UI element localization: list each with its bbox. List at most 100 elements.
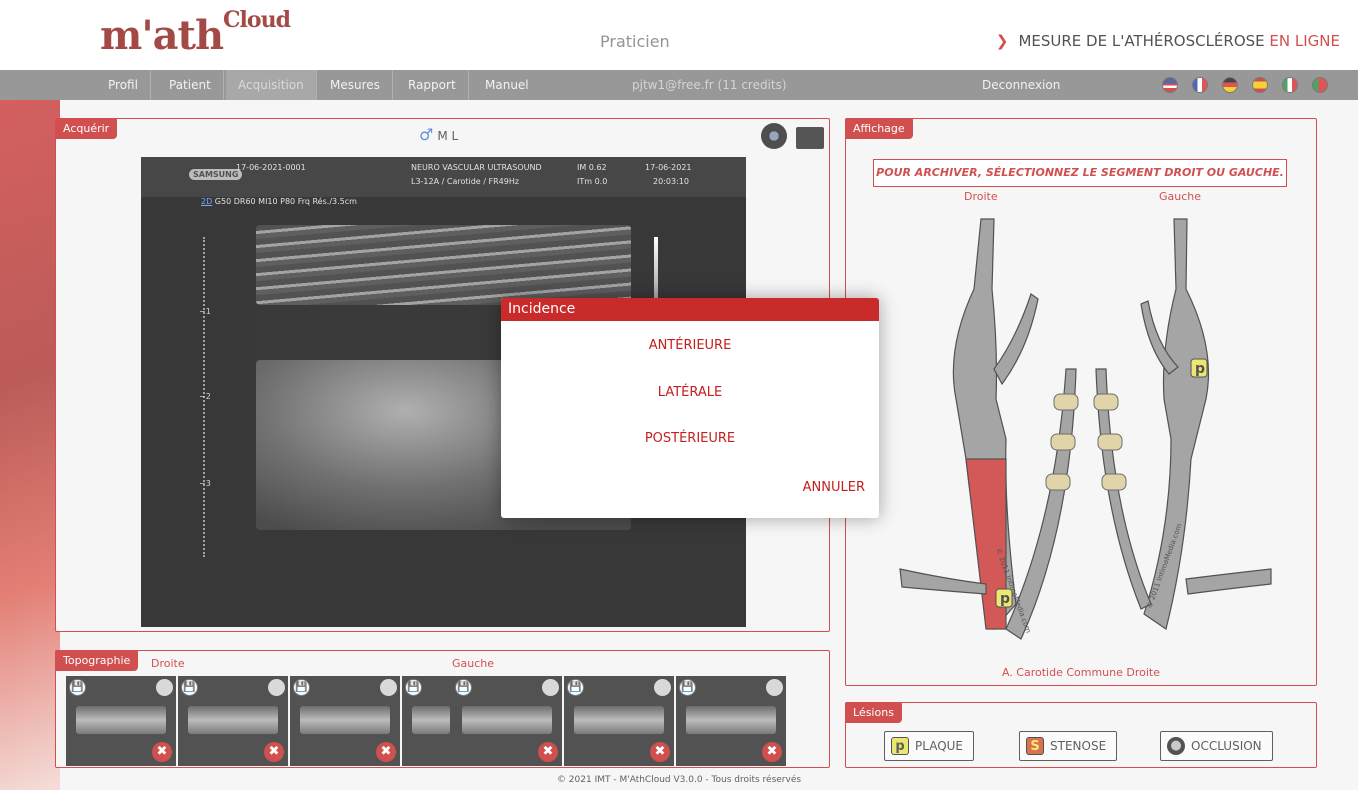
- thumbnail[interactable]: 💾 ✖: [290, 676, 400, 766]
- zoom-icon[interactable]: [654, 679, 671, 696]
- italy-flag-icon[interactable]: [1282, 77, 1298, 93]
- footer: © 2021 IMT - M'AthCloud V3.0.0 - Tous dr…: [556, 775, 802, 785]
- plaque-label: PLAQUE: [915, 739, 964, 753]
- save-icon[interactable]: 💾: [405, 679, 422, 696]
- stenose-icon: S: [1026, 737, 1044, 755]
- male-icon: ♂: [419, 125, 434, 144]
- depth-2: −2: [199, 392, 211, 401]
- scan-params: 2D G50 DR60 MI10 P80 Frq Rés./3.5cm: [201, 197, 357, 206]
- save-icon[interactable]: 💾: [181, 679, 198, 696]
- plaque-marker-left-text: p: [1195, 361, 1205, 377]
- occlusion-label: OCCLUSION: [1191, 739, 1262, 753]
- save-icon[interactable]: 💾: [293, 679, 310, 696]
- stenose-button[interactable]: S STENOSE: [1019, 731, 1118, 761]
- germany-flag-icon[interactable]: [1222, 77, 1238, 93]
- main-nav: Profil Patient Acquisition Mesures Rappo…: [0, 70, 1358, 100]
- logout-link[interactable]: Deconnexion: [982, 70, 1060, 100]
- left-internal-carotid[interactable]: [1143, 218, 1210, 630]
- plaque-marker-right-text: p: [1000, 591, 1010, 607]
- tissue-layer-top: [256, 225, 631, 305]
- lesions-title: Lésions: [845, 702, 902, 723]
- itm-value: ITm 0.0: [577, 177, 608, 186]
- option-laterale[interactable]: LATÉRALE: [501, 385, 879, 400]
- thumbnail[interactable]: 💾 ✖: [452, 676, 562, 766]
- portugal-flag-icon[interactable]: [1312, 77, 1328, 93]
- incidence-dialog: Incidence ANTÉRIEURE LATÉRALE POSTÉRIEUR…: [501, 298, 879, 518]
- thumbnail[interactable]: 💾 ✖: [178, 676, 288, 766]
- probe-info: L3-12A / Carotide / FR49Hz: [411, 177, 520, 186]
- thumbnail[interactable]: 💾 ✖: [564, 676, 674, 766]
- save-icon[interactable]: 💾: [455, 679, 472, 696]
- camera-icon[interactable]: [761, 123, 787, 149]
- header: m'athCloud Praticien ❯ MESURE DE L'ATHÉRO…: [0, 0, 1358, 70]
- left-subclavian[interactable]: [1185, 568, 1272, 595]
- display-title: Affichage: [845, 118, 913, 139]
- thumbs-right: 💾 ✖ 💾 ✖ 💾 ✖ 💾: [66, 676, 460, 766]
- nav-profil[interactable]: Profil: [96, 70, 151, 100]
- delete-icon[interactable]: ✖: [650, 742, 670, 762]
- ultrasound-header: SAMSUNG 17-06-2021-0001 NEURO VASCULAR U…: [141, 157, 746, 197]
- depth-3: −3: [199, 479, 211, 488]
- nav-manuel[interactable]: Manuel: [473, 70, 541, 100]
- topography-panel: Topographie Droite Gauche 💾 ✖ 💾 ✖ 💾 ✖ 💾 💾 ✖ …: [55, 650, 830, 768]
- delete-icon[interactable]: ✖: [152, 742, 172, 762]
- zoom-icon[interactable]: [268, 679, 285, 696]
- nav-mesures[interactable]: Mesures: [318, 70, 393, 100]
- delete-icon[interactable]: ✖: [538, 742, 558, 762]
- zoom-icon[interactable]: [766, 679, 783, 696]
- exam-date: 17-06-2021: [645, 163, 692, 172]
- france-flag-icon[interactable]: [1192, 77, 1208, 93]
- zoom-icon[interactable]: [156, 679, 173, 696]
- label-gauche: Gauche: [1159, 190, 1202, 203]
- delete-icon[interactable]: ✖: [376, 742, 396, 762]
- nav-patient[interactable]: Patient: [157, 70, 224, 100]
- option-anterieure[interactable]: ANTÉRIEURE: [501, 338, 879, 353]
- im-value: IM 0.62: [577, 163, 607, 172]
- user-email: pjtw1@free.fr (11 credits): [632, 78, 787, 92]
- zoom-icon[interactable]: [380, 679, 397, 696]
- study-name: NEURO VASCULAR ULTRASOUND: [411, 163, 542, 172]
- depth-1: −1: [199, 307, 211, 316]
- app-logo[interactable]: m'athCloud: [100, 7, 291, 59]
- us-flag-icon[interactable]: [1162, 77, 1178, 93]
- tagline-accent: EN LIGNE: [1269, 32, 1340, 50]
- delete-icon[interactable]: ✖: [264, 742, 284, 762]
- right-subclavian[interactable]: [899, 568, 987, 595]
- language-flags: [1162, 77, 1328, 93]
- label-droite: Droite: [964, 190, 998, 203]
- thumbnail[interactable]: 💾 ✖: [676, 676, 786, 766]
- occlusion-button[interactable]: ● OCCLUSION: [1160, 731, 1273, 761]
- patient-initials: M L: [437, 129, 459, 143]
- cancel-button[interactable]: ANNULER: [803, 480, 865, 495]
- acquire-title: Acquérir: [55, 118, 118, 139]
- thumbnail[interactable]: 💾 ✖: [66, 676, 176, 766]
- spain-flag-icon[interactable]: [1252, 77, 1268, 93]
- diagram-caption: A. Carotide Commune Droite: [1001, 666, 1161, 679]
- logo-cloud-text: Cloud: [223, 6, 291, 33]
- save-icon[interactable]: 💾: [69, 679, 86, 696]
- stenose-label: STENOSE: [1050, 739, 1107, 753]
- option-posterieure[interactable]: POSTÉRIEURE: [501, 431, 879, 446]
- folder-icon[interactable]: [796, 127, 824, 149]
- samsung-logo: SAMSUNG: [189, 169, 243, 180]
- plaque-icon: p: [891, 737, 909, 755]
- thumbs-left: 💾 ✖ 💾 ✖ 💾 ✖: [452, 676, 786, 766]
- dialog-title: Incidence: [501, 298, 879, 321]
- save-icon[interactable]: 💾: [567, 679, 584, 696]
- delete-icon[interactable]: ✖: [762, 742, 782, 762]
- zoom-icon[interactable]: [542, 679, 559, 696]
- left-carotid[interactable]: [1095, 218, 1272, 630]
- vertebrae: [1045, 393, 1127, 491]
- exam-time: 20:03:10: [653, 177, 689, 186]
- right-carotid[interactable]: [899, 218, 1077, 640]
- topography-gauche: Gauche: [452, 657, 495, 670]
- nav-rapport[interactable]: Rapport: [396, 70, 469, 100]
- right-external-carotid[interactable]: [993, 293, 1039, 386]
- nav-acquisition[interactable]: Acquisition: [226, 70, 317, 100]
- occlusion-icon: ●: [1167, 737, 1185, 755]
- save-icon[interactable]: 💾: [679, 679, 696, 696]
- plaque-button[interactable]: p PLAQUE: [884, 731, 975, 761]
- tagline-text: MESURE DE L'ATHÉROSCLÉROSE: [1018, 32, 1265, 50]
- topography-droite: Droite: [151, 657, 185, 670]
- topography-title: Topographie: [55, 650, 139, 671]
